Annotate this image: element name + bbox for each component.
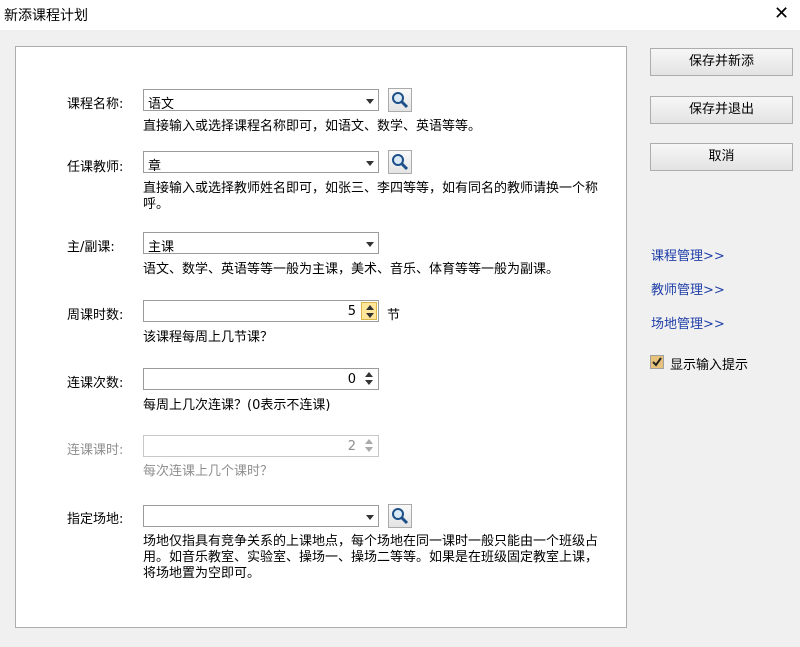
spin-up-icon[interactable]: [366, 305, 374, 310]
venue-hint: 场地仅指具有竞争关系的上课地点，每个场地在同一课时一般只能由一个班级占用。如音乐…: [143, 534, 608, 582]
weekly-hours-value: 5: [348, 304, 356, 319]
main-sub-combo[interactable]: 主课: [143, 232, 379, 254]
teacher-value: 章: [148, 155, 161, 174]
consecutive-hours-hint: 每次连课上几个课时？: [143, 464, 613, 480]
save-and-new-button[interactable]: 保存并新添: [650, 48, 793, 76]
venue-management-link[interactable]: 场地管理>>: [651, 313, 725, 332]
search-icon: [391, 507, 409, 525]
consecutive-hours-stepper[interactable]: 2: [143, 435, 379, 457]
consecutive-hours-value: 2: [348, 439, 356, 454]
teacher-combo[interactable]: 章: [143, 151, 379, 173]
course-name-hint: 直接输入或选择课程名称即可，如语文、数学、英语等等。: [143, 119, 613, 135]
save-and-exit-button[interactable]: 保存并退出: [650, 96, 793, 124]
weekly-hours-unit: 节: [387, 304, 400, 323]
course-search-button[interactable]: [388, 88, 412, 112]
course-name-label: 课程名称:: [67, 93, 123, 112]
window-title: 新添课程计划: [4, 5, 88, 25]
close-icon[interactable]: ✕: [774, 3, 789, 24]
main-sub-label: 主/副课:: [67, 236, 115, 255]
consecutive-hours-label: 连课课时:: [67, 439, 123, 458]
consecutive-hours-spin-buttons[interactable]: [361, 437, 377, 455]
weekly-hours-spin-buttons[interactable]: [361, 302, 377, 320]
spin-down-icon[interactable]: [365, 380, 373, 385]
teacher-management-link[interactable]: 教师管理>>: [651, 279, 725, 298]
spin-down-icon[interactable]: [365, 447, 373, 452]
venue-search-button[interactable]: [388, 504, 412, 528]
search-icon: [391, 153, 409, 171]
spin-down-icon[interactable]: [366, 313, 374, 318]
show-hints-checkbox[interactable]: [650, 355, 664, 369]
teacher-search-button[interactable]: [388, 150, 412, 174]
weekly-hours-label: 周课时数:: [67, 304, 123, 323]
weekly-hours-hint: 该课程每周上几节课？: [143, 330, 613, 346]
main-sub-hint: 语文、数学、英语等等一般为主课，美术、音乐、体育等等一般为副课。: [143, 262, 613, 278]
teacher-label: 任课教师:: [67, 156, 123, 175]
main-sub-value: 主课: [148, 236, 174, 255]
venue-label: 指定场地:: [67, 508, 123, 527]
weekly-hours-stepper[interactable]: 5: [143, 300, 379, 322]
cancel-button[interactable]: 取消: [650, 143, 793, 171]
chevron-down-icon[interactable]: [366, 99, 374, 104]
title-bar: 新添课程计划 ✕: [0, 0, 800, 30]
chevron-down-icon[interactable]: [366, 161, 374, 166]
course-name-combo[interactable]: 语文: [143, 89, 379, 111]
show-hints-label[interactable]: 显示输入提示: [670, 354, 748, 373]
consecutive-count-label: 连课次数:: [67, 372, 123, 391]
consecutive-count-stepper[interactable]: 0: [143, 368, 379, 390]
consecutive-count-hint: 每周上几次连课？(0表示不连课): [143, 398, 613, 414]
consecutive-count-spin-buttons[interactable]: [361, 370, 377, 388]
check-icon: [652, 357, 662, 367]
course-name-value: 语文: [148, 93, 174, 112]
teacher-hint: 直接输入或选择教师姓名即可，如张三、李四等等，如有同名的教师请换一个称呼。: [143, 181, 613, 213]
search-icon: [391, 91, 409, 109]
spin-up-icon[interactable]: [365, 372, 373, 377]
chevron-down-icon[interactable]: [366, 242, 374, 247]
course-management-link[interactable]: 课程管理>>: [651, 245, 725, 264]
chevron-down-icon[interactable]: [366, 515, 374, 520]
spin-up-icon[interactable]: [365, 439, 373, 444]
venue-combo[interactable]: [143, 505, 379, 527]
consecutive-count-value: 0: [348, 372, 356, 387]
